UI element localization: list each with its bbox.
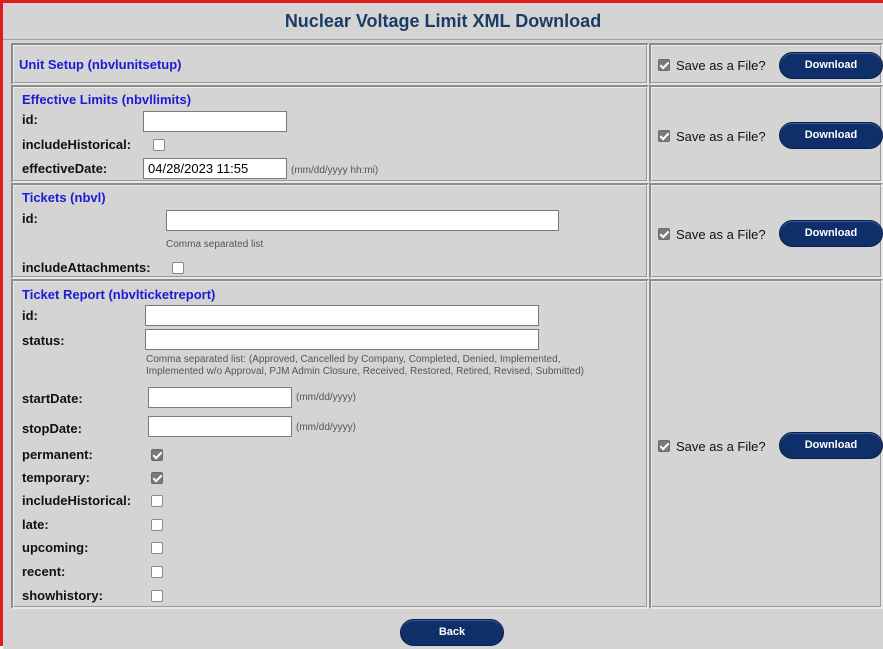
effective-limits-id-label: id: <box>22 112 38 127</box>
late-label: late: <box>22 517 49 532</box>
temporary-checkbox[interactable] <box>151 472 163 484</box>
status-hint-line1: Comma separated list: (Approved, Cancell… <box>146 354 561 365</box>
save-as-file-label: Save as a File? <box>676 129 766 144</box>
effective-limits-include-historical-label: includeHistorical: <box>22 137 132 152</box>
save-as-file-label: Save as a File? <box>676 227 766 242</box>
temporary-label: temporary: <box>22 470 90 485</box>
ticket-report-status-input[interactable] <box>145 329 539 350</box>
ticket-report-status-label: status: <box>22 333 65 348</box>
tickets-id-hint: Comma separated list <box>166 239 264 250</box>
back-button[interactable]: Back <box>400 619 504 646</box>
showhistory-checkbox[interactable] <box>151 590 163 602</box>
ticket-report-include-historical-checkbox[interactable] <box>151 495 163 507</box>
page-title: Nuclear Voltage Limit XML Download <box>3 3 883 40</box>
effective-date-input[interactable] <box>143 158 287 179</box>
ticket-report-id-label: id: <box>22 308 38 323</box>
showhistory-label: showhistory: <box>22 588 103 603</box>
ticket-report-title: Ticket Report (nbvlticketreport) <box>22 287 216 302</box>
permanent-label: permanent: <box>22 447 93 462</box>
start-date-input[interactable] <box>148 387 292 408</box>
unit-setup-download-button[interactable]: Download <box>779 52 883 79</box>
unit-setup-section: Unit Setup (nbvlunitsetup) <box>11 43 649 85</box>
save-as-file-checkbox[interactable] <box>658 228 670 240</box>
tickets-id-label: id: <box>22 211 38 226</box>
late-checkbox[interactable] <box>151 519 163 531</box>
recent-checkbox[interactable] <box>151 566 163 578</box>
tickets-title: Tickets (nbvl) <box>22 190 106 205</box>
status-hint-line2: Implemented w/o Approval, PJM Admin Clos… <box>146 366 584 377</box>
tickets-download-button[interactable]: Download <box>779 220 883 247</box>
footer-bar: Back <box>3 611 883 649</box>
save-as-file-checkbox[interactable] <box>658 59 670 71</box>
save-as-file-checkbox[interactable] <box>658 130 670 142</box>
tickets-actions: Save as a File? Download <box>649 183 883 279</box>
save-as-file-checkbox[interactable] <box>658 440 670 452</box>
effective-date-hint: (mm/dd/yyyy hh:mi) <box>291 165 379 176</box>
upcoming-checkbox[interactable] <box>151 542 163 554</box>
ticket-report-section: Ticket Report (nbvlticketreport) id: sta… <box>11 279 649 609</box>
stop-date-input[interactable] <box>148 416 292 437</box>
effective-limits-title: Effective Limits (nbvllimits) <box>22 92 192 107</box>
unit-setup-title: Unit Setup (nbvlunitsetup) <box>19 57 182 72</box>
effective-limits-actions: Save as a File? Download <box>649 85 883 183</box>
start-date-hint: (mm/dd/yyyy) <box>296 392 356 403</box>
upcoming-label: upcoming: <box>22 540 89 555</box>
tickets-section: Tickets (nbvl) id: Comma separated list … <box>11 183 649 279</box>
ticket-report-include-historical-label: includeHistorical: <box>22 493 132 508</box>
tickets-id-input[interactable] <box>166 210 559 231</box>
page-frame: Nuclear Voltage Limit XML Download Unit … <box>0 0 883 649</box>
save-as-file-label: Save as a File? <box>676 58 766 73</box>
effective-limits-section: Effective Limits (nbvllimits) id: includ… <box>11 85 649 183</box>
effective-limits-id-input[interactable] <box>143 111 287 132</box>
stop-date-hint: (mm/dd/yyyy) <box>296 422 356 433</box>
include-attachments-label: includeAttachments: <box>22 260 151 275</box>
effective-date-label: effectiveDate: <box>22 161 108 176</box>
ticket-report-actions: Save as a File? Download <box>649 279 883 609</box>
include-attachments-checkbox[interactable] <box>172 262 184 274</box>
effective-limits-include-historical-checkbox[interactable] <box>153 139 165 151</box>
recent-label: recent: <box>22 564 66 579</box>
effective-limits-download-button[interactable]: Download <box>779 122 883 149</box>
save-as-file-label: Save as a File? <box>676 439 766 454</box>
permanent-checkbox[interactable] <box>151 449 163 461</box>
unit-setup-actions: Save as a File? Download <box>649 43 883 85</box>
ticket-report-id-input[interactable] <box>145 305 539 326</box>
start-date-label: startDate: <box>22 391 83 406</box>
ticket-report-download-button[interactable]: Download <box>779 432 883 459</box>
stop-date-label: stopDate: <box>22 421 82 436</box>
